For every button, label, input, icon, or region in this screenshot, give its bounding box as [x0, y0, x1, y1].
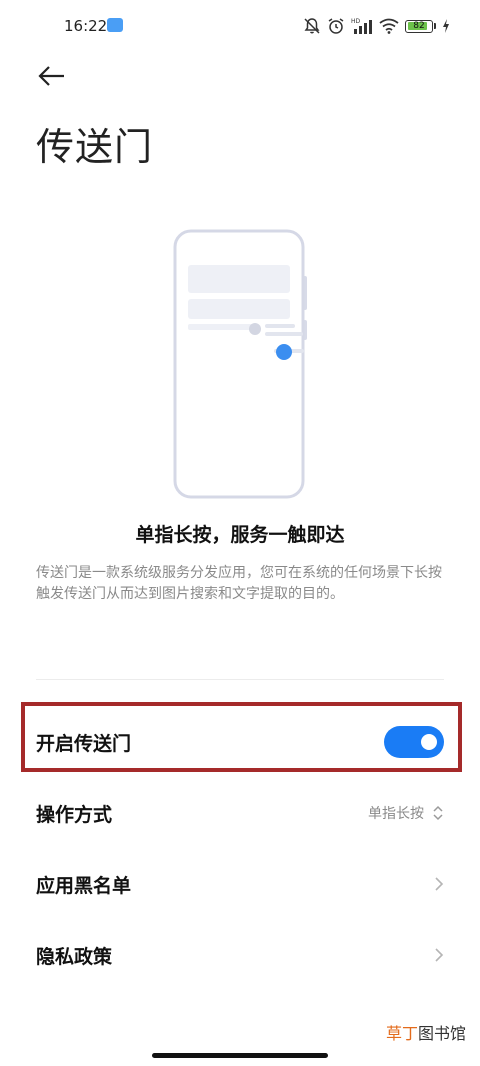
arrow-left-icon — [38, 66, 64, 86]
watermark-accent: 草丁 — [385, 1024, 418, 1043]
setting-label: 操作方式 — [36, 803, 113, 826]
setting-label: 开启传送门 — [36, 732, 132, 755]
mode-value: 单指长按 — [368, 806, 424, 822]
wifi-icon — [379, 18, 399, 34]
battery-level: 82 — [413, 20, 425, 31]
watermark-text: 图书馆 — [417, 1024, 466, 1043]
setting-label: 应用黑名单 — [36, 874, 132, 897]
back-button[interactable] — [36, 62, 68, 90]
status-bar: 16:22 HD 82 — [0, 0, 480, 52]
chevron-right-icon — [435, 948, 444, 962]
home-gesture-bar[interactable] — [152, 1053, 328, 1058]
feature-headline: 单指长按，服务一触即达 — [135, 524, 345, 546]
app-notification-icon — [107, 18, 123, 32]
setting-label: 隐私政策 — [36, 945, 113, 968]
divider — [36, 679, 444, 680]
feature-description: 传送门是一款系统级服务分发应用，您可在系统的任何场景下长按触发传送门从而达到图片… — [36, 565, 442, 602]
mode-selector[interactable]: 单指长按 — [368, 803, 444, 823]
status-time: 16:22 — [64, 17, 108, 35]
status-icons: HD 82 — [303, 15, 450, 37]
charging-icon — [443, 19, 449, 33]
enable-toggle[interactable] — [384, 726, 444, 758]
toggle-knob — [421, 734, 437, 750]
chevron-right-icon — [435, 877, 444, 891]
setting-enable-portal[interactable]: 开启传送门 — [36, 712, 444, 772]
chevron-up-down-icon — [433, 805, 443, 821]
page-title: 传送门 — [36, 125, 154, 169]
watermark: 草丁图书馆 — [386, 1020, 466, 1044]
setting-app-blacklist[interactable]: 应用黑名单 — [36, 854, 444, 914]
alarm-icon — [328, 18, 344, 34]
battery-icon: 82 — [405, 19, 433, 33]
svg-text:HD: HD — [351, 18, 361, 25]
setting-privacy-policy[interactable]: 隐私政策 — [36, 925, 444, 985]
setting-operation-mode[interactable]: 操作方式 单指长按 — [36, 783, 444, 843]
phone-illustration — [170, 228, 310, 500]
hd-signal-icon: HD — [351, 18, 372, 34]
mute-icon — [304, 18, 320, 34]
battery-cap — [434, 23, 436, 29]
